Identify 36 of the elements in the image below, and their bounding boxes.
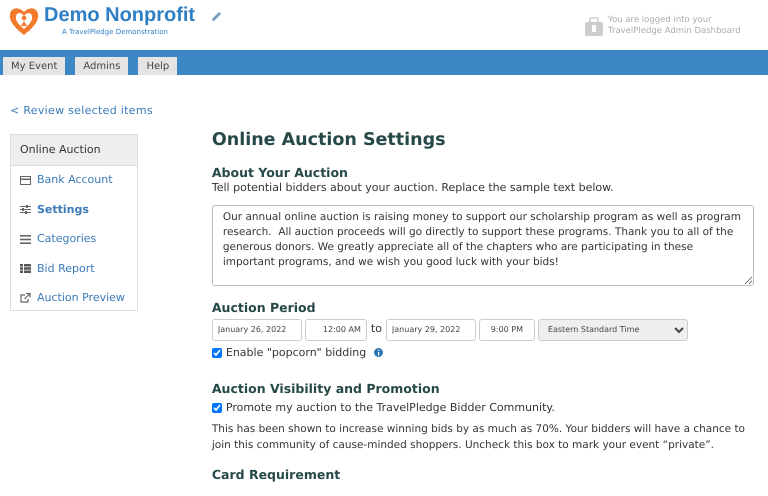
checkbox-label: Enable "popcorn" bidding <box>226 344 366 360</box>
sidebar-title: Online Auction <box>11 134 137 166</box>
back-link[interactable]: < Review selected items <box>10 103 153 120</box>
hint-text: Tell potential bidders about your auction. Replace the sample text below. <box>212 180 615 196</box>
nav-tab[interactable]: My Event <box>3 57 66 75</box>
card-icon <box>20 176 31 185</box>
to-label: to <box>370 321 382 338</box>
description-field[interactable]: Our annual online auction is raising money to support our scholarship program as well as program research. All auction proceeds will go directly to support these programs. Thank you to all of the generous donors. We greatly appreciate all of the chapters who are participating in these important programs, and we wish you good luck with your bids! <box>212 204 754 286</box>
timezone-select[interactable]: Eastern Standard Time <box>538 318 688 340</box>
pencil-icon[interactable] <box>211 11 222 22</box>
section-heading: About Your Auction <box>212 165 349 180</box>
table-icon <box>20 264 31 274</box>
login-status-text: You are logged into your TravelPledge Admin Dashboard <box>608 15 742 36</box>
external-link-icon <box>20 293 31 304</box>
logo-title: Demo Nonprofit <box>44 5 196 25</box>
sliders-icon <box>20 205 31 214</box>
section-heading: Auction Period <box>212 300 317 314</box>
time-field[interactable]: 12:00 AM <box>304 318 367 340</box>
nav-tab[interactable]: Admins <box>75 57 128 75</box>
section-heading: Auction Visibility and Promotion <box>212 381 441 396</box>
checkbox[interactable] <box>212 348 222 358</box>
sidebar-item[interactable]: Categories <box>11 225 137 254</box>
checkbox[interactable] <box>212 403 222 414</box>
description-text: This has been shown to increase winning bids by as much as 70%. Your bidders will have a chance to join this community of cause-minded shoppers. Uncheck this box to mark your event “private”. <box>212 422 746 453</box>
checkbox-label: Promote my auction to the TravelPledge Bidder Community. <box>226 400 555 416</box>
info-icon[interactable] <box>374 348 384 358</box>
time-field[interactable]: 9:00 PM <box>478 318 535 340</box>
sidebar-item[interactable]: Settings <box>11 196 137 225</box>
suitcase-icon <box>584 17 604 37</box>
page-title: Online Auction Settings <box>212 130 447 151</box>
sidebar-item[interactable]: Auction Preview <box>11 284 137 314</box>
section-heading: Card Requirement <box>212 467 342 482</box>
sidebar-item[interactable]: Bank Account <box>11 166 137 196</box>
list-icon <box>20 234 31 244</box>
nav-tab[interactable]: Help <box>138 57 178 75</box>
sidebar-item[interactable]: Bid Report <box>11 254 137 284</box>
